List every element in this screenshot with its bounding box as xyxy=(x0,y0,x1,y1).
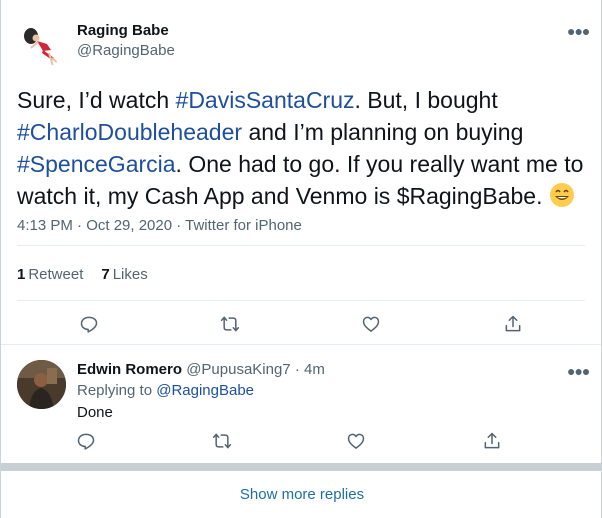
hashtag-link[interactable]: #DavisSantaCruz xyxy=(176,87,355,113)
reply-time[interactable]: · 4m xyxy=(295,361,325,378)
show-more-replies-link[interactable]: Show more replies xyxy=(1,486,602,503)
tweet-text: Sure, I’d watch #DavisSantaCruz. But, I … xyxy=(17,84,592,216)
more-options-icon[interactable]: ●●● xyxy=(567,364,590,378)
author-handle[interactable]: @RagingBabe xyxy=(77,42,175,59)
like-count-label: Likes xyxy=(112,266,148,283)
tweet-text-segment: . But, I bought xyxy=(354,87,498,113)
tweet-text-segment: Sure, I’d watch xyxy=(17,87,176,113)
reply-icon[interactable] xyxy=(75,430,97,452)
tweet-text-segment: and I’m planning on buying xyxy=(242,119,524,145)
hashtag-link[interactable]: #CharloDoubleheader xyxy=(17,119,242,145)
reply-header: Edwin Romero @PupusaKing7 · 4m xyxy=(77,361,325,378)
retweet-icon[interactable] xyxy=(211,430,233,452)
reply-icon[interactable] xyxy=(78,313,100,335)
reply-author-handle[interactable]: @PupusaKing7 xyxy=(186,361,290,378)
reply-author-name[interactable]: Edwin Romero xyxy=(77,361,182,378)
divider xyxy=(17,300,585,301)
share-icon[interactable] xyxy=(502,313,524,335)
replying-to-handle[interactable]: @RagingBabe xyxy=(156,382,254,399)
grinning-face-emoji xyxy=(549,182,575,216)
author-name[interactable]: Raging Babe xyxy=(77,22,169,39)
author-avatar[interactable] xyxy=(17,20,65,68)
retweet-count-label: Retweet xyxy=(28,266,84,283)
reply-text: Done xyxy=(77,404,113,421)
retweet-count-value: 1 xyxy=(17,266,26,283)
divider xyxy=(1,344,601,345)
like-icon[interactable] xyxy=(345,430,367,452)
replying-prefix: Replying to xyxy=(77,382,157,399)
more-options-icon[interactable]: ●●● xyxy=(567,24,590,38)
hashtag-link[interactable]: #SpenceGarcia xyxy=(17,151,176,177)
section-divider xyxy=(1,463,602,471)
retweet-icon[interactable] xyxy=(219,313,241,335)
reply-author-avatar[interactable] xyxy=(17,360,66,409)
replying-to: Replying to @RagingBabe xyxy=(77,382,254,399)
share-icon[interactable] xyxy=(481,430,503,452)
divider xyxy=(17,245,585,246)
retweet-count[interactable]: 1 Retweet xyxy=(17,266,83,283)
tweet-timestamp[interactable]: 4:13 PM · Oct 29, 2020 · Twitter for iPh… xyxy=(17,217,302,234)
like-icon[interactable] xyxy=(360,313,382,335)
like-count[interactable]: 7 Likes xyxy=(101,266,147,283)
tweet-stats: 1 Retweet 7 Likes xyxy=(17,266,148,283)
tweet-thread: Raging Babe @RagingBabe ●●● Sure, I’d wa… xyxy=(0,0,602,518)
like-count-value: 7 xyxy=(101,266,110,283)
